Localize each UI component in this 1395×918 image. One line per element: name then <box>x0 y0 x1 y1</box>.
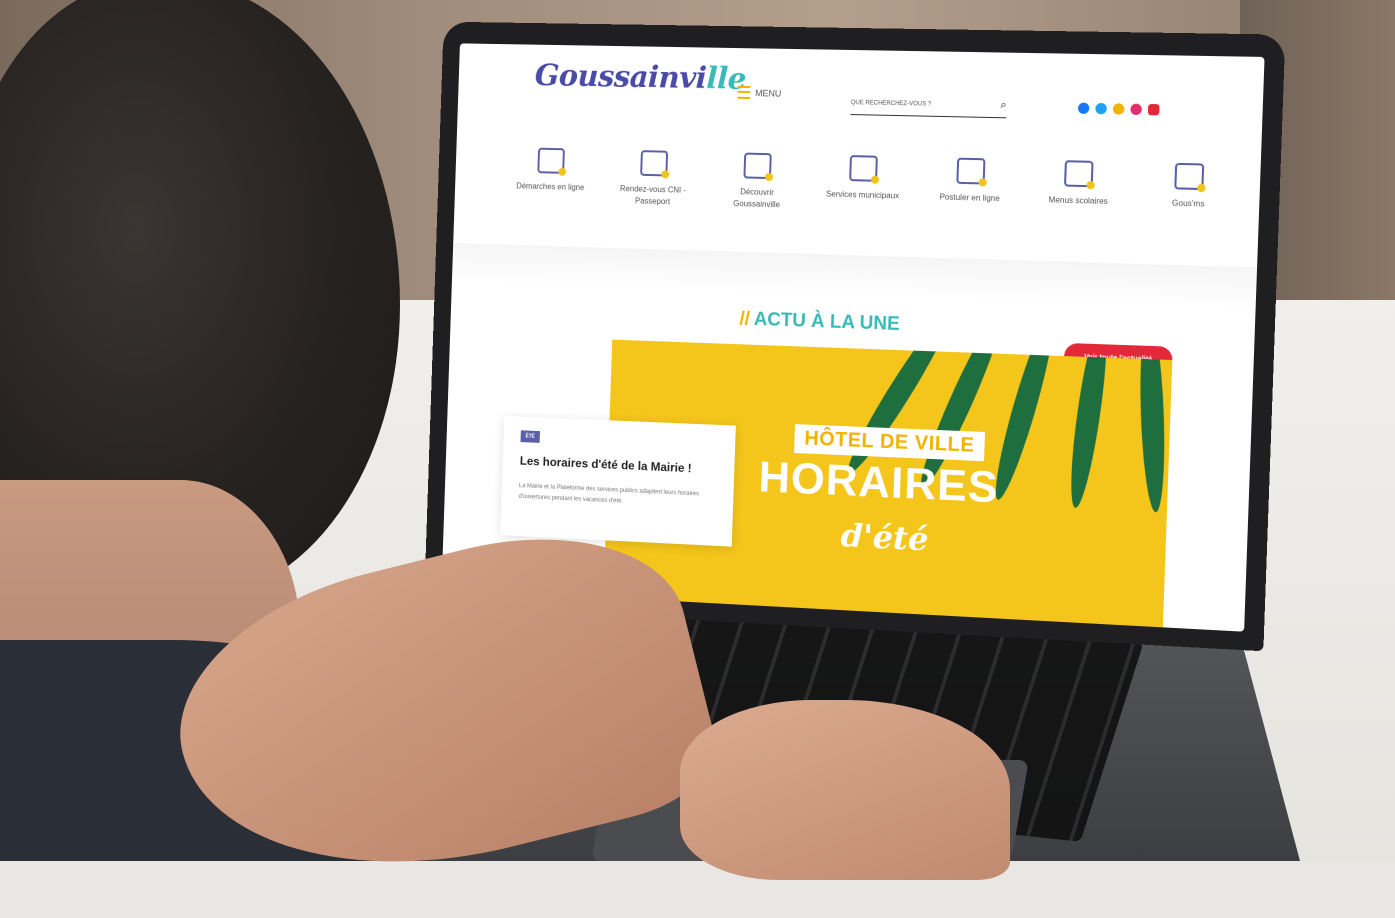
service-gousms[interactable]: Gous'ms <box>1146 162 1231 223</box>
search-placeholder: QUE RECHERCHEZ-VOUS ? <box>850 100 932 108</box>
service-label: Services municipaux <box>825 189 900 201</box>
plate-icon <box>1064 160 1094 188</box>
hero-script: d'été <box>840 516 930 559</box>
actu-title: //ACTU À LA UNE <box>739 308 900 336</box>
service-label: Rendez-vous CNI - Passeport <box>619 184 687 207</box>
news-title[interactable]: Les horaires d'été de la Mairie ! <box>520 454 692 475</box>
logo-text: Goussainvi <box>534 58 707 97</box>
service-label: Menus scolaires <box>1048 195 1108 206</box>
service-decouvrir[interactable]: Découvrir Goussainville <box>717 152 798 212</box>
book-icon <box>849 155 878 182</box>
hero-headline: HORAIRES <box>757 452 1000 513</box>
service-label: Gous'ms <box>1171 198 1205 209</box>
search-icon[interactable]: ⌕ <box>1000 99 1007 112</box>
services-bar: Démarches en ligne Rendez-vous CNI - Pas… <box>511 147 1231 224</box>
sms-phone-icon <box>1174 162 1205 191</box>
service-menus[interactable]: Menus scolaires <box>1037 160 1121 221</box>
hamburger-icon <box>737 85 751 99</box>
service-label: Postuler en ligne <box>939 192 1000 204</box>
palm-leaf <box>1137 339 1168 513</box>
person-right-hand <box>680 700 1010 880</box>
service-rendez-vous[interactable]: Rendez-vous CNI - Passeport <box>614 150 694 209</box>
appointment-icon <box>639 150 668 177</box>
twitter-icon[interactable] <box>1095 102 1107 115</box>
actu-title-text: ACTU À LA UNE <box>753 308 901 336</box>
social-links <box>1077 102 1160 116</box>
site-logo[interactable]: Goussainville <box>534 58 746 97</box>
service-label: Démarches en ligne <box>516 181 585 193</box>
section-divider <box>451 243 1258 309</box>
youtube-icon[interactable] <box>1147 103 1160 116</box>
snapchat-icon[interactable] <box>1112 103 1125 115</box>
briefcase-icon <box>955 157 986 185</box>
palm-leaf <box>1064 339 1114 510</box>
service-demarches[interactable]: Démarches en ligne <box>511 147 589 206</box>
landmark-icon <box>743 152 773 180</box>
title-slash-icon: // <box>739 308 751 330</box>
news-card[interactable]: ÉTÉ Les horaires d'été de la Mairie ! La… <box>500 415 736 547</box>
service-label: Découvrir Goussainville <box>733 187 781 210</box>
document-icon <box>537 147 565 174</box>
service-postuler[interactable]: Postuler en ligne <box>929 157 1012 218</box>
facebook-icon[interactable] <box>1077 102 1090 114</box>
menu-label: MENU <box>755 87 782 99</box>
site-header: Goussainville MENU QUE RECHERCHEZ-VOUS ?… <box>458 43 1265 128</box>
search-input[interactable]: QUE RECHERCHEZ-VOUS ? ⌕ <box>850 96 1007 119</box>
instagram-icon[interactable] <box>1130 103 1143 116</box>
menu-button[interactable]: MENU <box>737 85 782 100</box>
category-badge: ÉTÉ <box>520 430 540 443</box>
service-municipaux[interactable]: Services municipaux <box>822 154 904 214</box>
news-description: La Mairie et la Plateforme des services … <box>518 483 700 505</box>
